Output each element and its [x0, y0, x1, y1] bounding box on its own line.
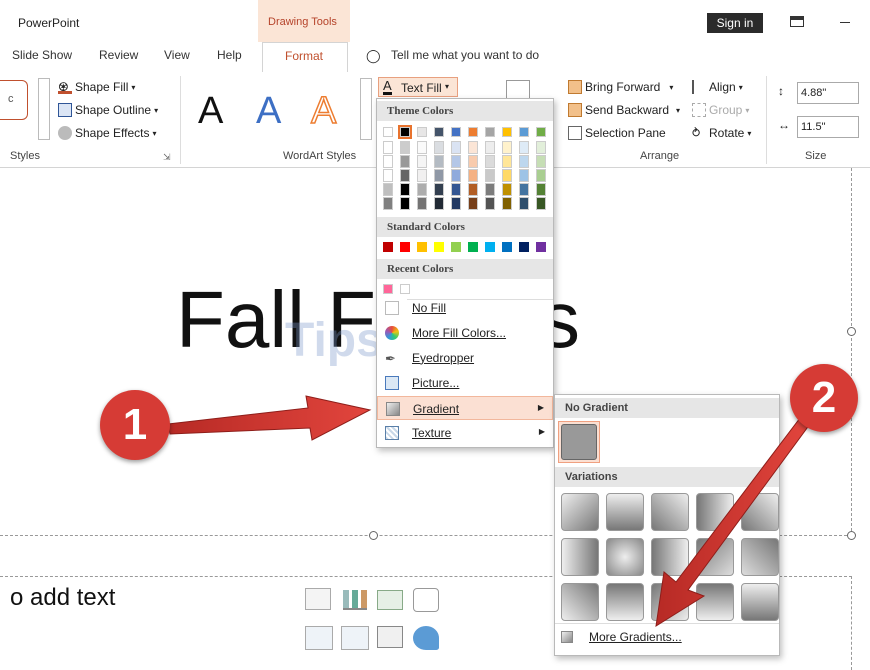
- arrow-2: [655, 417, 811, 627]
- step-badge-2: 2: [790, 364, 858, 432]
- step-badge-1: 1: [100, 390, 170, 460]
- arrow-1: [167, 395, 372, 441]
- annotation-arrows: [167, 395, 811, 627]
